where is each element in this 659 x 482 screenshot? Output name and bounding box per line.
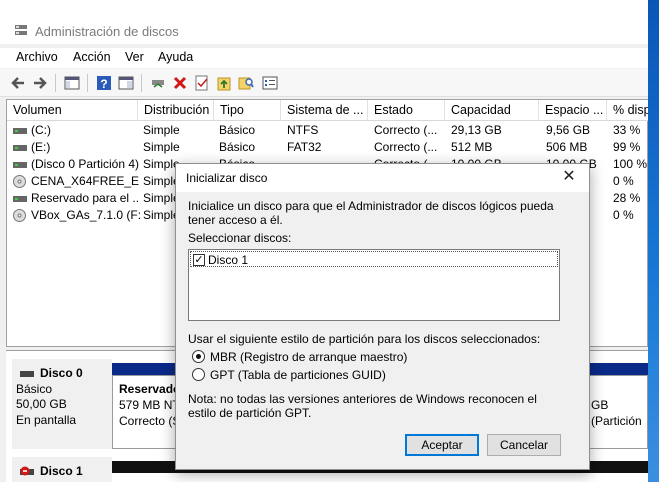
cell-sistema: FAT32 xyxy=(287,140,322,154)
cell-volumen: CENA_X64FREE_ES... xyxy=(31,174,139,188)
partition-size: 579 MB NT xyxy=(119,398,180,412)
disk-management-icon xyxy=(15,25,27,35)
disk-1-label[interactable]: Disco 1 xyxy=(12,457,112,482)
back-arrow-icon[interactable] xyxy=(10,75,26,91)
drive-icon xyxy=(13,196,27,202)
partition-right-size: GB xyxy=(591,398,609,412)
cell-espacio: 506 MB xyxy=(546,140,588,154)
column-header-distribucion[interactable]: Distribución xyxy=(138,100,214,121)
check-document-icon[interactable] xyxy=(194,75,210,91)
cell-distribucion: Simple xyxy=(143,140,180,154)
mbr-radio[interactable] xyxy=(192,350,205,363)
list-view-icon[interactable] xyxy=(262,75,278,91)
cell-capacidad: 29,13 GB xyxy=(451,123,502,137)
window-title: Administración de discos xyxy=(35,24,179,39)
menu-bar: Archivo Acción Ver Ayuda xyxy=(0,48,648,68)
cell-porcentaje: 33 % xyxy=(613,123,641,137)
column-header-tipo[interactable]: Tipo xyxy=(214,100,281,121)
dialog-intro: Inicialice un disco para que el Administ… xyxy=(188,199,554,227)
toolbar-separator xyxy=(55,74,56,92)
cell-porcentaje: 0 % xyxy=(613,208,634,222)
dialog-title: Inicializar disco xyxy=(186,171,268,185)
disk-1-name: Disco 1 xyxy=(40,464,83,478)
cell-porcentaje: 0 % xyxy=(613,174,634,188)
cell-porcentaje: 99 % xyxy=(613,140,641,154)
menu-ver[interactable]: Ver xyxy=(125,50,144,64)
drive-icon xyxy=(13,145,27,151)
gpt-note: Nota: no todas las versiones anteriores … xyxy=(188,392,537,420)
mbr-label[interactable]: MBR (Registro de arranque maestro) xyxy=(210,350,407,364)
disk-0-size: 50,00 GB xyxy=(16,397,67,411)
initialize-disk-dialog: Inicializar disco ✕ Inicialice un disco … xyxy=(175,163,590,470)
disk-checkbox[interactable]: ✓ xyxy=(193,254,205,266)
menu-ayuda[interactable]: Ayuda xyxy=(158,50,193,64)
new-folder-up-icon[interactable] xyxy=(216,75,232,91)
toolbar-separator xyxy=(141,74,142,92)
accept-button[interactable]: Aceptar xyxy=(405,434,479,456)
cancel-button[interactable]: Cancelar xyxy=(487,434,561,456)
column-header-estado[interactable]: Estado xyxy=(368,100,445,121)
svg-text:?: ? xyxy=(100,77,107,91)
cell-porcentaje: 100 % xyxy=(613,157,648,171)
disk-error-icon xyxy=(20,466,34,476)
cell-volumen: VBox_GAs_7.1.0 (F:) xyxy=(31,208,141,222)
optical-disc-icon xyxy=(13,209,26,222)
cell-sistema: NTFS xyxy=(287,123,319,137)
toolbar: ? xyxy=(0,69,648,97)
cell-espacio: 9,56 GB xyxy=(546,123,591,137)
cell-volumen: (Disco 0 Partición 4) xyxy=(31,157,140,171)
volume-list-header: Volumen Distribución Tipo Sistema de ...… xyxy=(7,100,648,121)
disk-list-item[interactable]: ✓ Disco 1 xyxy=(190,251,558,267)
menu-archivo[interactable]: Archivo xyxy=(16,50,58,64)
drive-icon xyxy=(13,128,27,134)
cell-volumen: (E:) xyxy=(31,140,51,154)
partition-status: Correcto (S xyxy=(119,414,181,428)
cell-tipo: Básico xyxy=(219,123,256,137)
disk-icon xyxy=(20,371,34,377)
cell-capacidad: 512 MB xyxy=(451,140,493,154)
column-header-capacidad[interactable]: Capacidad xyxy=(445,100,539,121)
cell-volumen: (C:) xyxy=(31,123,51,137)
cell-estado: Correcto (... xyxy=(374,123,438,137)
cell-estado: Correcto (... xyxy=(374,140,438,154)
delete-x-icon[interactable] xyxy=(172,75,188,91)
cell-volumen: Reservado para el ... xyxy=(31,191,139,205)
column-header-espacio[interactable]: Espacio ... xyxy=(539,100,607,121)
cell-porcentaje: 28 % xyxy=(613,191,641,205)
column-header-porcentaje[interactable]: % dispon xyxy=(607,100,648,121)
drive-icon xyxy=(13,162,27,168)
cell-distribucion: Simple xyxy=(143,123,180,137)
gpt-label[interactable]: GPT (Tabla de particiones GUID) xyxy=(210,368,386,382)
table-row[interactable]: (C:) Simple Básico NTFS Correcto (... 29… xyxy=(7,122,648,139)
disk-0-name: Disco 0 xyxy=(40,366,83,380)
table-row[interactable]: (E:) Simple Básico FAT32 Correcto (... 5… xyxy=(7,139,648,156)
help-icon[interactable]: ? xyxy=(96,75,112,91)
toolbar-separator xyxy=(87,74,88,92)
title-bar: Administración de discos xyxy=(0,0,648,44)
partition-style-label: Usar el siguiente estilo de partición pa… xyxy=(188,332,541,346)
close-icon[interactable]: ✕ xyxy=(561,169,577,185)
menu-accion[interactable]: Acción xyxy=(73,50,111,64)
properties-icon[interactable] xyxy=(118,75,134,91)
forward-arrow-icon[interactable] xyxy=(32,75,48,91)
column-header-sistema[interactable]: Sistema de ... xyxy=(281,100,368,121)
disk-0-status: En pantalla xyxy=(16,413,77,427)
disk-0-type: Básico xyxy=(16,382,53,396)
partition-name: Reservado xyxy=(119,382,181,396)
column-header-volumen[interactable]: Volumen xyxy=(7,100,138,121)
dialog-title-bar: Inicializar disco ✕ xyxy=(176,164,589,192)
cell-tipo: Básico xyxy=(219,140,256,154)
disk-list-item-label: Disco 1 xyxy=(208,253,249,267)
partition-right-status: (Partición xyxy=(591,414,642,428)
optical-disc-icon xyxy=(13,175,26,188)
disk-select-list[interactable]: ✓ Disco 1 xyxy=(188,249,560,321)
connect-drive-icon[interactable] xyxy=(150,75,166,91)
select-disks-label: Seleccionar discos: xyxy=(188,231,292,245)
console-tree-icon[interactable] xyxy=(64,75,80,91)
gpt-radio[interactable] xyxy=(192,368,205,381)
search-folder-icon[interactable] xyxy=(238,75,254,91)
disk-0-label[interactable]: Disco 0 Básico 50,00 GB En pantalla xyxy=(12,359,112,449)
